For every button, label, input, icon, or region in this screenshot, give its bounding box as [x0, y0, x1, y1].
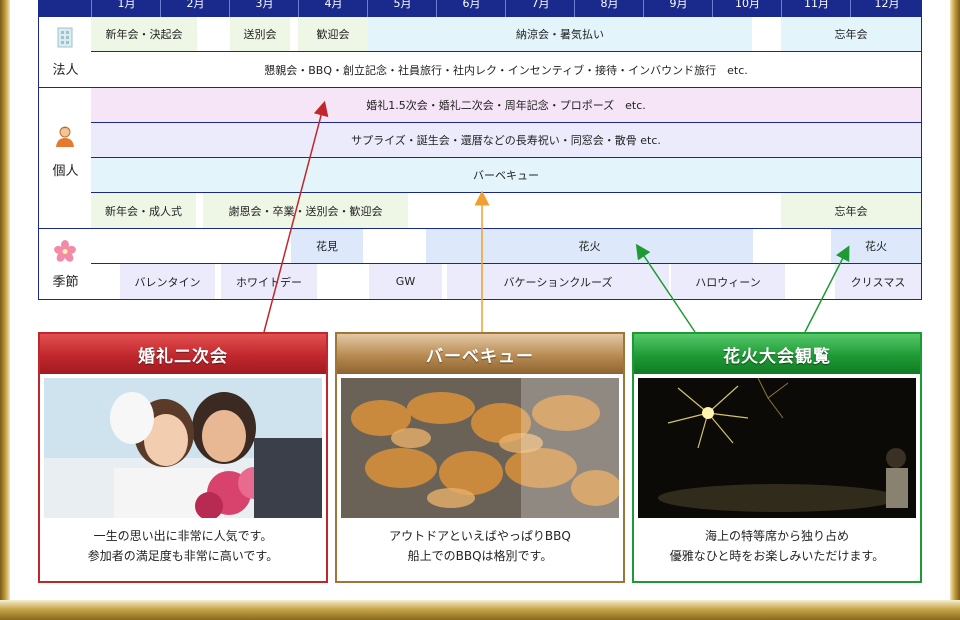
card-caption: アウトドアといえばやっぱりBBQ 船上でのBBQは格別です。 [337, 526, 623, 566]
event-cell: 花火 [831, 229, 921, 263]
individual-row-4: 新年会・成人式 謝恩会・卒業・送別会・歓迎会 忘年会 [91, 193, 922, 229]
category-label-individual: 個人 [52, 164, 79, 179]
event-cell: バケーションクルーズ [447, 264, 669, 299]
event-cell: 新年会・決起会 [91, 17, 197, 51]
event-cell: 忘年会 [781, 17, 921, 51]
month-11: 11月 [781, 0, 851, 17]
event-cell: バレンタイン [120, 264, 215, 299]
event-cell: 婚礼1.5次会・婚礼二次会・周年記念・プロポーズ etc. [366, 99, 646, 112]
event-cell: 懇親会・BBQ・創立記念・社員旅行・社内レク・インセンティブ・接待・インバウンド… [264, 63, 748, 77]
event-calendar: 1月 2月 3月 4月 5月 6月 7月 8月 9月 10月 11月 12月 法… [38, 0, 922, 300]
month-12: 12月 [850, 0, 923, 17]
month-10: 10月 [712, 0, 782, 17]
month-9: 9月 [643, 0, 713, 17]
individual-row-2: サプライズ・誕生会・還暦などの長寿祝い・同窓会・散骨 etc. [91, 123, 922, 158]
category-corporate: 法人 [38, 17, 93, 88]
card-title: 花火大会観覧 [634, 334, 920, 374]
event-cell: 送別会 [230, 17, 290, 51]
event-cell: 歓迎会 [298, 17, 368, 51]
wedding-couple-photo [44, 378, 322, 518]
event-cell: 忘年会 [781, 193, 921, 228]
event-cell: サプライズ・誕生会・還暦などの長寿祝い・同窓会・散骨 etc. [351, 134, 661, 147]
month-4: 4月 [298, 0, 368, 17]
building-icon [57, 27, 73, 48]
card-title: バーベキュー [337, 334, 623, 374]
card-caption: 海上の特等席から独り占め 優雅なひと時をお楽しみいただけます。 [634, 526, 920, 566]
frame-bottom-border [0, 600, 960, 620]
caption-line-1: 海上の特等席から独り占め [704, 529, 849, 543]
event-cell: GW [369, 264, 442, 299]
event-cell: 新年会・成人式 [91, 193, 196, 228]
event-cell: 謝恩会・卒業・送別会・歓迎会 [203, 193, 408, 228]
month-header: 1月 2月 3月 4月 5月 6月 7月 8月 9月 10月 11月 12月 [38, 0, 922, 17]
event-cell: 納涼会・暑気払い [368, 17, 752, 51]
card-caption: 一生の思い出に非常に人気です。 参加者の満足度も非常に高いです。 [40, 526, 326, 566]
event-cell: クリスマス [835, 264, 921, 299]
month-8: 8月 [574, 0, 644, 17]
category-season: 季節 [38, 229, 93, 300]
caption-line-1: 一生の思い出に非常に人気です。 [93, 529, 273, 543]
month-5: 5月 [367, 0, 437, 17]
frame-right-border [950, 0, 960, 620]
event-cell: 花見 [291, 229, 363, 263]
category-label-season: 季節 [52, 275, 79, 290]
month-2: 2月 [160, 0, 230, 17]
individual-row-1: 婚礼1.5次会・婚礼二次会・周年記念・プロポーズ etc. [91, 88, 922, 123]
corporate-row-2: 懇親会・BBQ・創立記念・社員旅行・社内レク・インセンティブ・接待・インバウンド… [91, 52, 922, 88]
card-bbq[interactable]: バーベキュー アウトドアといえばやっぱりBBQ 船上でのBBQは格別です。 [335, 332, 625, 583]
season-row-1: 花見 花火 花火 [91, 229, 922, 264]
caption-line-2: 参加者の満足度も非常に高いです。 [87, 549, 279, 563]
fireworks-photo [638, 378, 916, 518]
event-cell: 花火 [426, 229, 753, 263]
corporate-row-1: 新年会・決起会 送別会 歓迎会 納涼会・暑気払い 忘年会 [91, 17, 922, 52]
card-wedding[interactable]: 婚礼二次会 一生の思い出に非常に人気です。 参加者の満足度も非常に高いです。 [38, 332, 328, 583]
event-cell: ハロウィーン [671, 264, 785, 299]
caption-line-1: アウトドアといえばやっぱりBBQ [389, 529, 571, 543]
month-7: 7月 [505, 0, 575, 17]
caption-line-2: 優雅なひと時をお楽しみいただけます。 [669, 549, 885, 563]
month-3: 3月 [229, 0, 299, 17]
bbq-grill-photo [341, 378, 619, 518]
month-1: 1月 [91, 0, 161, 17]
frame-left-border [0, 0, 10, 620]
individual-row-3: バーベキュー [91, 158, 922, 193]
month-6: 6月 [436, 0, 506, 17]
sakura-icon [54, 240, 76, 262]
category-label-corporate: 法人 [52, 63, 79, 78]
caption-line-2: 船上でのBBQは格別です。 [407, 549, 553, 563]
season-row-2: バレンタイン ホワイトデー GW バケーションクルーズ ハロウィーン クリスマス [91, 264, 922, 300]
event-cell: バーベキュー [473, 169, 539, 182]
person-icon [56, 126, 74, 147]
category-individual: 個人 [38, 88, 93, 229]
card-title: 婚礼二次会 [40, 334, 326, 374]
event-cell: ホワイトデー [221, 264, 317, 299]
card-fireworks[interactable]: 花火大会観覧 海上の特等席から独り占め 優雅なひと時をお楽しみいただけます。 [632, 332, 922, 583]
